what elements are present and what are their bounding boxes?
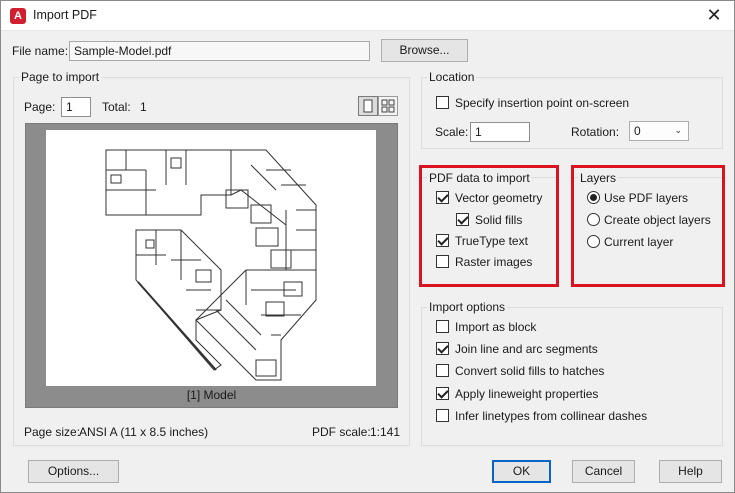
import-options-title: Import options [427, 300, 508, 314]
join-segments-label[interactable]: Join line and arc segments [455, 342, 598, 356]
import-as-block-checkbox[interactable] [436, 320, 449, 333]
rotation-value: 0 [634, 124, 641, 138]
preview-page-sheet [46, 130, 376, 386]
rotation-label: Rotation: [571, 125, 620, 139]
pdf-scale-value: 1:141 [370, 425, 401, 439]
help-button[interactable]: Help [659, 460, 722, 483]
page-label: Page: [24, 100, 56, 114]
title-bar: A Import PDF ✕ [1, 1, 734, 31]
pdf-scale-label: PDF scale: [312, 425, 371, 439]
page-input[interactable]: 1 [61, 97, 91, 117]
location-title: Location [427, 70, 477, 84]
specify-insertion-label[interactable]: Specify insertion point on-screen [455, 96, 629, 110]
file-name-label: File name: [12, 44, 69, 58]
scale-label: Scale: [435, 125, 469, 139]
window-title: Import PDF [33, 8, 97, 22]
total-label: Total: [102, 100, 131, 114]
join-segments-checkbox[interactable] [436, 342, 449, 355]
floor-plan-drawing [105, 149, 317, 381]
total-value: 1 [140, 100, 147, 114]
layers-highlight-box [571, 165, 725, 287]
file-name-field[interactable]: Sample-Model.pdf [69, 41, 370, 61]
single-page-view-button[interactable] [358, 96, 378, 116]
specify-insertion-checkbox[interactable] [436, 96, 449, 109]
thumbnail-grid-icon [381, 99, 395, 113]
rotation-dropdown[interactable]: 0 ⌄ [629, 121, 689, 141]
convert-fills-checkbox[interactable] [436, 364, 449, 377]
autocad-app-icon: A [10, 8, 26, 24]
close-icon[interactable]: ✕ [703, 4, 725, 26]
page-size-label: Page size: [24, 425, 81, 439]
cancel-button[interactable]: Cancel [572, 460, 635, 483]
infer-linetypes-checkbox[interactable] [436, 409, 449, 422]
scale-input[interactable]: 1 [470, 122, 530, 142]
single-page-icon [363, 99, 373, 113]
options-button[interactable]: Options... [28, 460, 119, 483]
page-size-value: ANSI A (11 x 8.5 inches) [79, 425, 209, 439]
convert-fills-label[interactable]: Convert solid fills to hatches [455, 364, 604, 378]
preview-caption: [1] Model [186, 388, 237, 402]
ok-button[interactable]: OK [492, 460, 551, 483]
thumbnail-view-button[interactable] [378, 96, 398, 116]
browse-button[interactable]: Browse... [381, 39, 468, 62]
import-pdf-dialog: A Import PDF ✕ File name: Sample-Model.p… [0, 0, 735, 493]
infer-linetypes-label[interactable]: Infer linetypes from collinear dashes [455, 409, 647, 423]
apply-lineweight-label[interactable]: Apply lineweight properties [455, 387, 598, 401]
page-preview[interactable]: [1] Model [25, 123, 398, 408]
import-as-block-label[interactable]: Import as block [455, 320, 536, 334]
apply-lineweight-checkbox[interactable] [436, 387, 449, 400]
pdf-data-highlight-box [419, 165, 559, 287]
page-to-import-title: Page to import [19, 70, 102, 84]
chevron-down-icon: ⌄ [674, 125, 682, 135]
